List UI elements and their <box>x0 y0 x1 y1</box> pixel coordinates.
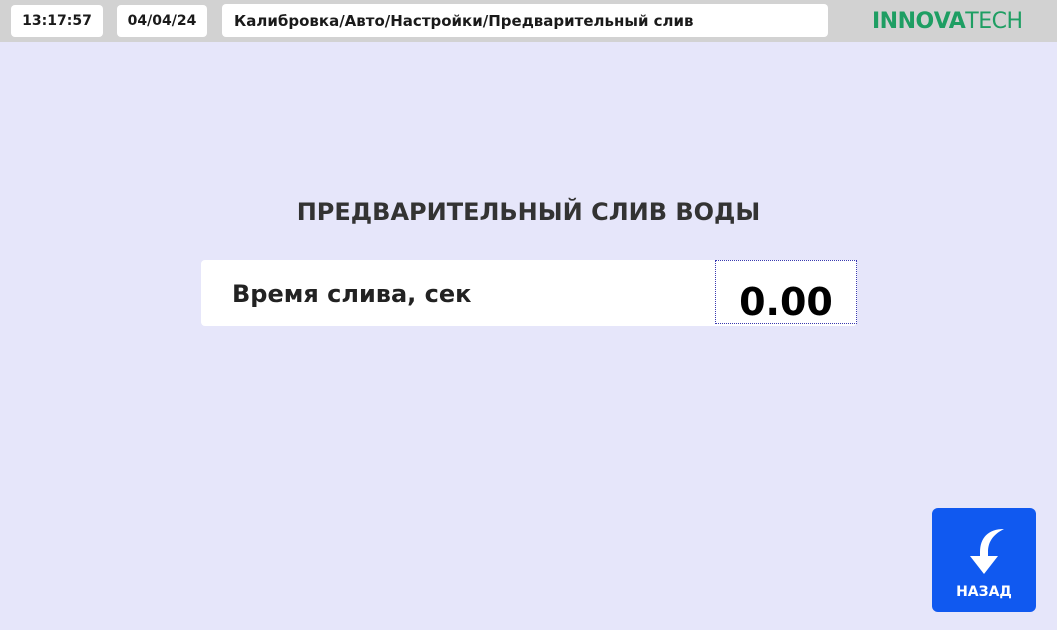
drain-time-row: Время слива, сек 0.00 <box>201 260 857 326</box>
drain-time-label: Время слива, сек <box>232 280 472 308</box>
top-bar: 13:17:57 04/04/24 Калибровка/Авто/Настро… <box>0 0 1057 42</box>
drain-time-value: 0.00 <box>739 280 833 324</box>
clock-time: 13:17:57 <box>22 13 92 29</box>
back-button-label: НАЗАД <box>956 584 1012 600</box>
curved-down-arrow-icon <box>970 529 1004 574</box>
drain-time-input[interactable]: 0.00 <box>715 260 857 324</box>
logo-text-pre: INN <box>872 8 916 34</box>
logo-text-mid: VA <box>933 8 966 34</box>
logo-text-post: TECH <box>965 8 1023 34</box>
logo-leaf-letter: O <box>915 8 935 34</box>
date-display: 04/04/24 <box>117 5 207 37</box>
back-button[interactable]: НАЗАД <box>932 508 1036 612</box>
brand-logo: INN O VA TECH <box>872 6 1023 36</box>
breadcrumb-path: Калибровка/Авто/Настройки/Предварительны… <box>234 11 694 30</box>
date-value: 04/04/24 <box>127 13 197 29</box>
breadcrumb: Калибровка/Авто/Настройки/Предварительны… <box>222 4 828 37</box>
clock-display: 13:17:57 <box>11 5 103 37</box>
page-title: ПРЕДВАРИТЕЛЬНЫЙ СЛИВ ВОДЫ <box>296 198 761 226</box>
